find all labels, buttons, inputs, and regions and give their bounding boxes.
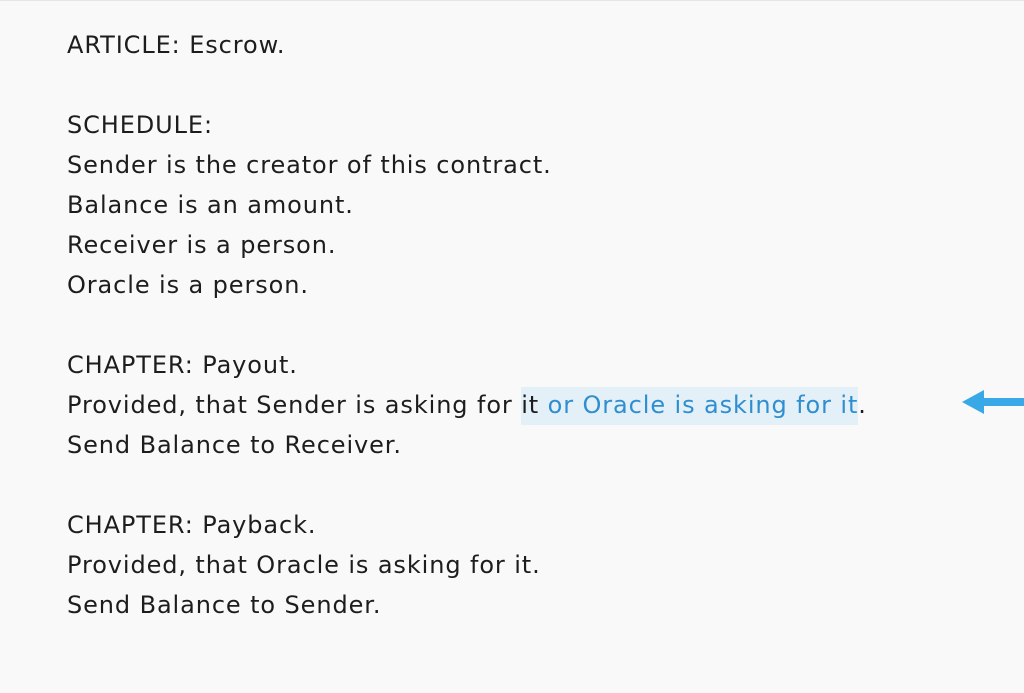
contract-text: ARTICLE: Escrow. SCHEDULE: Sender is the…: [67, 25, 867, 625]
highlighted-edit[interactable]: it or Oracle is asking for it: [521, 387, 859, 425]
highlight-added-text: or Oracle is asking for it: [539, 391, 859, 419]
chapter-payback-condition: Provided, that Oracle is asking for it.: [67, 551, 541, 579]
condition-suffix: .: [858, 391, 867, 419]
document-page: ARTICLE: Escrow. SCHEDULE: Sender is the…: [0, 0, 1024, 693]
schedule-heading: SCHEDULE:: [67, 111, 213, 139]
chapter-payback-action: Send Balance to Sender.: [67, 591, 382, 619]
arrow-left-icon: [962, 390, 1024, 414]
schedule-line: Sender is the creator of this contract.: [67, 151, 552, 179]
chapter-payout-heading: CHAPTER: Payout.: [67, 351, 298, 379]
chapter-payout-condition: Provided, that Sender is asking for it o…: [67, 385, 867, 425]
article-title: ARTICLE: Escrow.: [67, 31, 286, 59]
highlight-existing-text: it: [521, 391, 540, 419]
schedule-line: Oracle is a person.: [67, 271, 309, 299]
schedule-line: Receiver is a person.: [67, 231, 337, 259]
chapter-payout-action: Send Balance to Receiver.: [67, 431, 402, 459]
chapter-payback-heading: CHAPTER: Payback.: [67, 511, 317, 539]
schedule-line: Balance is an amount.: [67, 191, 354, 219]
condition-prefix: Provided, that Sender is asking for: [67, 391, 522, 419]
